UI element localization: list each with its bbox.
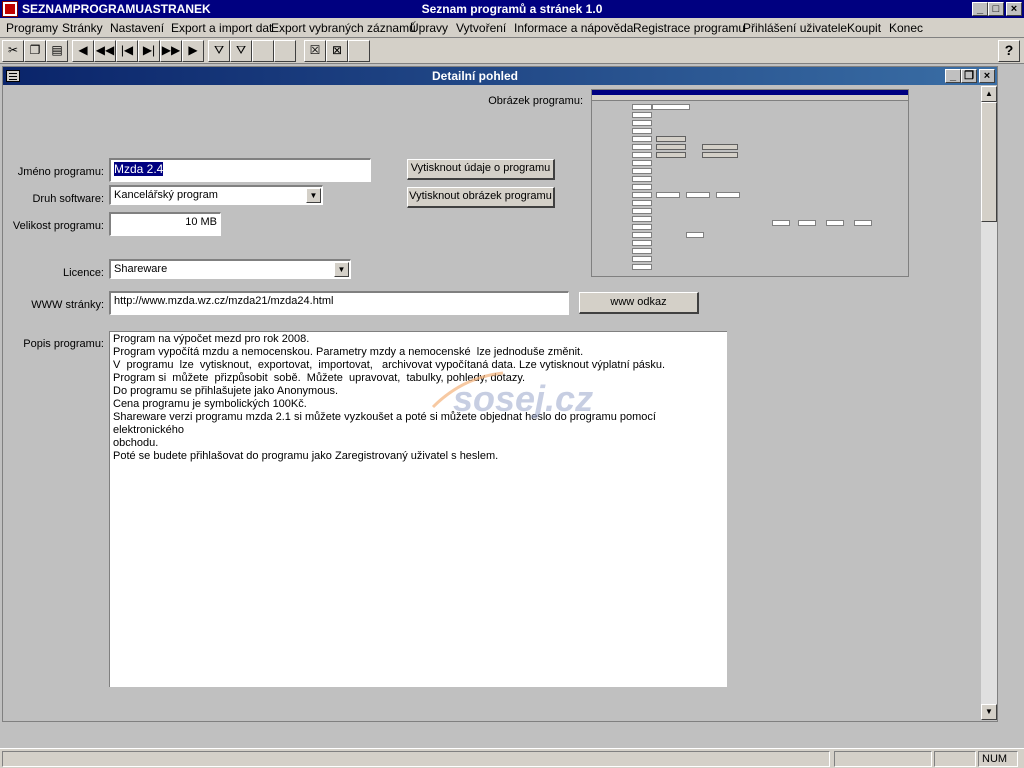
www-label: WWW stránky: xyxy=(31,299,104,311)
menu-nastaveni[interactable]: Nastavení xyxy=(110,21,164,35)
minimize-icon[interactable]: _ xyxy=(945,69,961,83)
next-icon[interactable]: ▶ xyxy=(182,40,204,62)
license-label: Licence: xyxy=(63,267,104,279)
help-icon[interactable]: ? xyxy=(998,40,1020,62)
www-link-button[interactable]: www odkaz xyxy=(579,292,699,314)
image-label: Obrázek programu: xyxy=(488,95,583,107)
program-size-input[interactable]: 10 MB xyxy=(109,212,221,236)
type-label: Druh software: xyxy=(32,193,104,205)
description-line: obchodu. xyxy=(113,437,159,449)
detail-window-title: Detailní pohled xyxy=(431,69,518,83)
program-screenshot xyxy=(591,89,909,277)
status-panel xyxy=(834,751,932,767)
menu-konec[interactable]: Konec xyxy=(889,21,923,35)
menu-registrace[interactable]: Registrace programu xyxy=(633,21,745,35)
num-lock-indicator: NUM xyxy=(978,751,1018,767)
name-label: Jméno programu: xyxy=(17,166,104,178)
fast-forward-icon[interactable]: ▶▶ xyxy=(160,40,182,62)
description-line: V programu lze vytisknout, exportovat, i… xyxy=(113,359,666,371)
first-icon[interactable]: |◀ xyxy=(116,40,138,62)
www-value: http://www.mzda.wz.cz/mzda21/mzda24.html xyxy=(114,295,334,307)
description-line: Cena programu je symbolických 100Kč. xyxy=(113,398,307,410)
menu-bar: Programy Stránky Nastavení Export a impo… xyxy=(0,18,1024,38)
menu-export-import[interactable]: Export a import dat xyxy=(171,21,272,35)
software-type-value: Kancelářský program xyxy=(114,189,218,201)
copy-icon[interactable]: ❐ xyxy=(24,40,46,62)
toolbar-blank-button[interactable] xyxy=(274,40,296,62)
scroll-down-icon[interactable]: ▼ xyxy=(981,704,997,720)
status-bar: NUM xyxy=(0,748,1024,768)
app-name: SEZNAMPROGRAMUASTRANEK xyxy=(22,2,211,16)
menu-export-vybranych[interactable]: Export vybraných záznamů xyxy=(271,21,416,35)
crossed-box-icon[interactable]: ⊠ xyxy=(326,40,348,62)
description-line: Program si můžete přizpůsobit sobě. Může… xyxy=(113,372,526,384)
menu-upravy[interactable]: Úpravy xyxy=(410,21,448,35)
status-panel-main xyxy=(2,751,830,767)
print-image-button[interactable]: Vytisknout obrázek programu xyxy=(407,187,555,208)
www-input[interactable]: http://www.mzda.wz.cz/mzda21/mzda24.html xyxy=(109,291,569,315)
description-line: Shareware verzi programu mzda 2.1 si můž… xyxy=(113,411,660,436)
menu-koupit[interactable]: Koupit xyxy=(847,21,881,35)
toolbar-blank-button[interactable] xyxy=(252,40,274,62)
minimize-icon[interactable]: _ xyxy=(972,2,988,16)
rewind-icon[interactable]: ◀◀ xyxy=(94,40,116,62)
scissors-icon[interactable]: ✂ xyxy=(2,40,24,62)
crossed-icon[interactable]: ☒ xyxy=(304,40,326,62)
close-icon[interactable]: × xyxy=(1006,2,1022,16)
restore-icon[interactable]: ❐ xyxy=(961,69,977,83)
detail-window-title-bar: Detailní pohled _ ❐ × xyxy=(3,67,997,85)
paste-icon[interactable]: ▤ xyxy=(46,40,68,62)
toolbar-blank-button[interactable] xyxy=(348,40,370,62)
description-line: Program na výpočet mezd pro rok 2008. xyxy=(113,333,310,345)
description-line: Program vypočítá mzdu a nemocenskou. Par… xyxy=(113,346,584,358)
program-name-input[interactable]: Mzda 2.4 xyxy=(109,158,371,182)
scroll-up-icon[interactable]: ▲ xyxy=(981,86,997,102)
software-type-select[interactable]: Kancelářský program ▼ xyxy=(109,185,323,205)
filter-icon[interactable]: ⛛ xyxy=(208,40,230,62)
license-value: Shareware xyxy=(114,263,168,275)
detail-window: Detailní pohled _ ❐ × Obrázek programu: xyxy=(2,66,998,722)
app-icon[interactable] xyxy=(2,1,18,17)
toolbar: ✂ ❐ ▤ ◀ ◀◀ |◀ ▶| ▶▶ ▶ ⛛ ⛛ ☒ ⊠ ? xyxy=(0,38,1024,64)
program-size-value: 10 MB xyxy=(185,216,217,228)
description-line: Do programu se přihlašujete jako Anonymo… xyxy=(113,385,339,397)
chevron-down-icon[interactable]: ▼ xyxy=(306,188,321,203)
status-panel xyxy=(934,751,976,767)
close-icon[interactable]: × xyxy=(979,69,995,83)
size-label: Velikost programu: xyxy=(12,220,104,232)
program-name-value: Mzda 2.4 xyxy=(114,162,164,176)
description-label: Popis programu: xyxy=(23,338,104,350)
print-info-button[interactable]: Vytisknout údaje o programu xyxy=(407,159,555,180)
prev-icon[interactable]: ◀ xyxy=(72,40,94,62)
app-title-bar: SEZNAMPROGRAMUASTRANEK Seznam programů a… xyxy=(0,0,1024,18)
menu-stranky[interactable]: Stránky xyxy=(62,21,103,35)
menu-prihlaseni[interactable]: Přihlášení uživatele xyxy=(743,21,847,35)
description-line: Poté se budete přihlašovat do programu j… xyxy=(113,450,499,462)
filter-edit-icon[interactable]: ⛛ xyxy=(230,40,252,62)
vertical-scrollbar[interactable]: ▲ ▼ xyxy=(981,86,997,720)
menu-informace[interactable]: Informace a nápověda xyxy=(514,21,633,35)
chevron-down-icon[interactable]: ▼ xyxy=(334,262,349,277)
maximize-icon[interactable]: □ xyxy=(988,2,1004,16)
scroll-thumb[interactable] xyxy=(981,102,997,222)
menu-programy[interactable]: Programy xyxy=(6,21,58,35)
last-icon[interactable]: ▶| xyxy=(138,40,160,62)
menu-vytvoreni[interactable]: Vytvoření xyxy=(456,21,506,35)
description-textarea[interactable]: Program na výpočet mezd pro rok 2008. Pr… xyxy=(109,331,727,687)
license-select[interactable]: Shareware ▼ xyxy=(109,259,351,279)
